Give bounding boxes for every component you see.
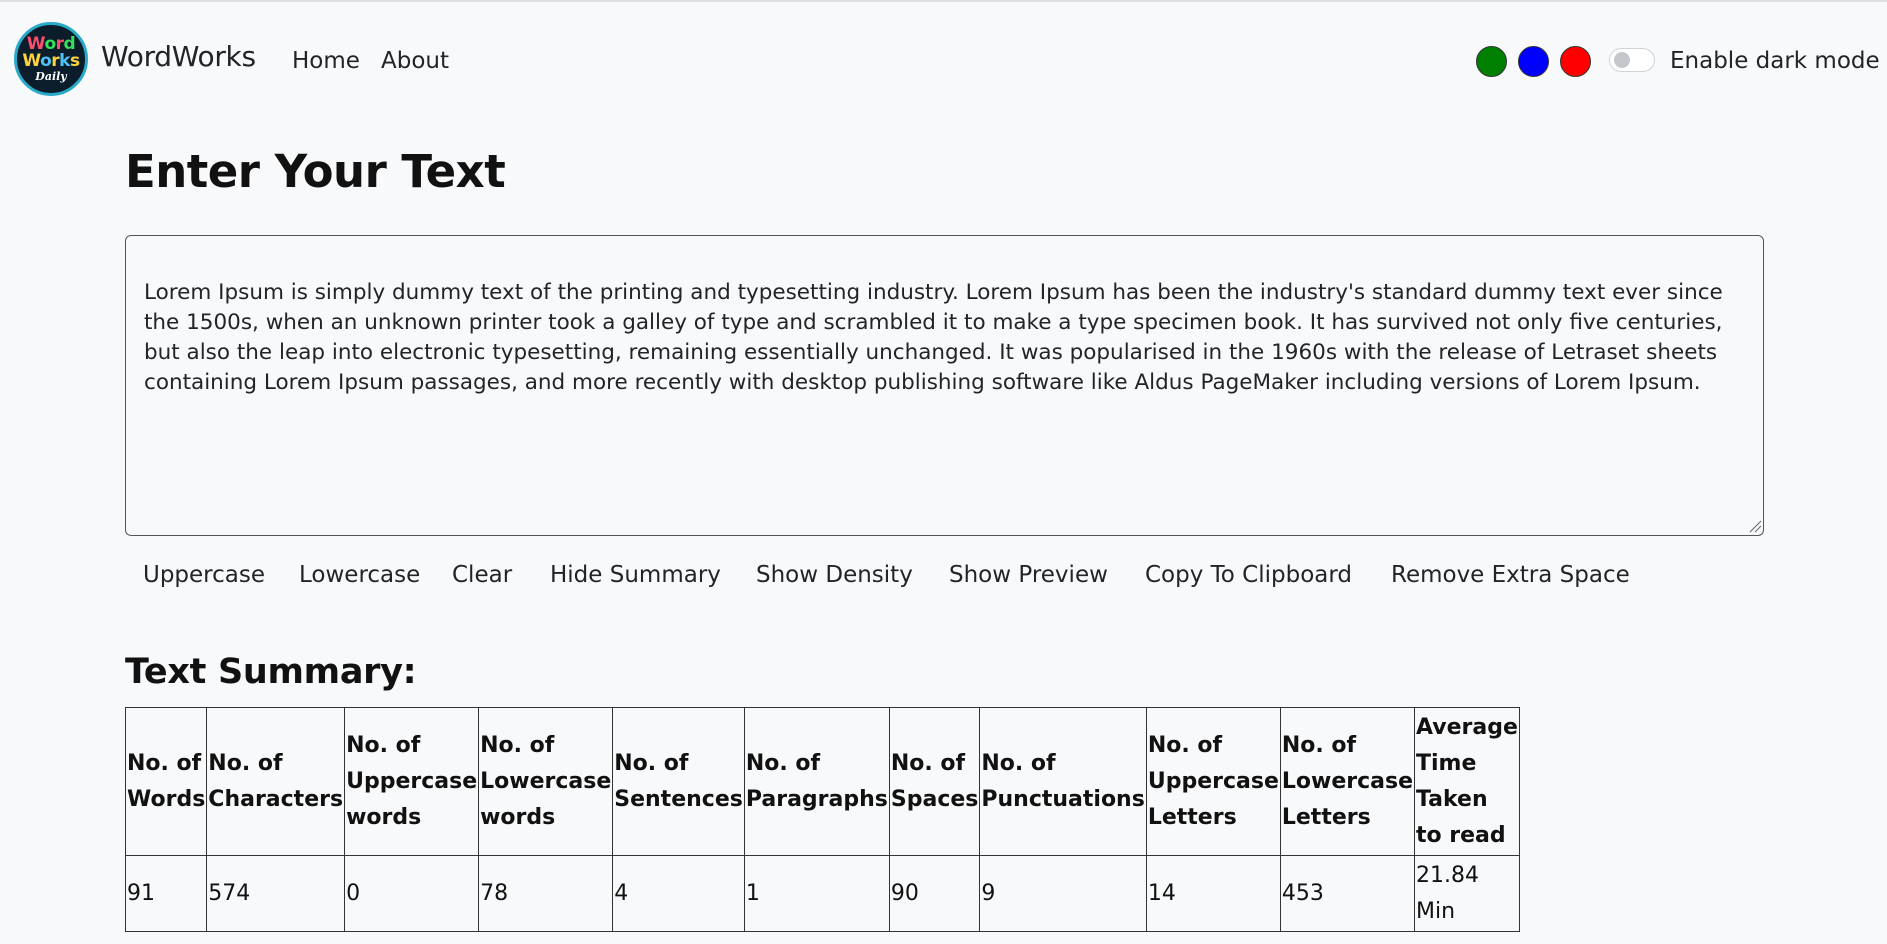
value-words: 91 <box>124 855 208 932</box>
remove-extra-space-button[interactable]: Remove Extra Space <box>1391 562 1630 588</box>
show-density-button[interactable]: Show Density <box>756 562 913 588</box>
header-uppercase-words: No. of Uppercase words <box>344 707 480 856</box>
logo[interactable]: Word Works Daily <box>14 22 88 96</box>
theme-blue-button[interactable] <box>1518 46 1549 77</box>
uppercase-button[interactable]: Uppercase <box>143 562 265 588</box>
dark-mode-label[interactable]: Enable dark mode <box>1670 48 1880 74</box>
value-lowercase-letters: 453 <box>1279 855 1416 932</box>
navbar: Word Works Daily WordWorks Home About En… <box>0 2 1887 120</box>
text-input[interactable]: Lorem Ipsum is simply dummy text of the … <box>125 235 1764 536</box>
show-preview-button[interactable]: Show Preview <box>949 562 1108 588</box>
header-lowercase-letters: No. of Lowercase Letters <box>1279 707 1416 856</box>
summary-values-row: 91 574 0 78 4 1 90 9 14 453 21.84 Min <box>124 855 1520 932</box>
header-read-time: Average Time Taken to read <box>1414 707 1520 856</box>
header-lowercase-words: No. of Lowercase words <box>478 707 614 856</box>
value-uppercase-letters: 14 <box>1145 855 1281 932</box>
logo-daily-text: Daily <box>35 70 67 83</box>
theme-green-button[interactable] <box>1476 46 1507 77</box>
clear-button[interactable]: Clear <box>452 562 512 588</box>
lowercase-button[interactable]: Lowercase <box>299 562 420 588</box>
brand-link[interactable]: WordWorks <box>101 40 256 73</box>
header-paragraphs: No. of Paragraphs <box>743 707 890 856</box>
value-punctuations: 9 <box>979 855 1147 932</box>
value-characters: 574 <box>206 855 346 932</box>
page-title: Enter Your Text <box>125 145 506 198</box>
copy-to-clipboard-button[interactable]: Copy To Clipboard <box>1145 562 1352 588</box>
value-paragraphs: 1 <box>743 855 890 932</box>
nav-about-link[interactable]: About <box>381 48 449 74</box>
dark-mode-toggle[interactable] <box>1609 48 1655 72</box>
theme-red-button[interactable] <box>1560 46 1591 77</box>
resize-grip-icon[interactable] <box>1748 519 1762 533</box>
header-uppercase-letters: No. of Uppercase Letters <box>1145 707 1281 856</box>
value-spaces: 90 <box>888 855 981 932</box>
header-characters: No. of Characters <box>206 707 346 856</box>
value-uppercase-words: 0 <box>344 855 480 932</box>
toggle-knob <box>1614 52 1630 68</box>
header-punctuations: No. of Punctuations <box>979 707 1147 856</box>
hide-summary-button[interactable]: Hide Summary <box>550 562 721 588</box>
nav-home-link[interactable]: Home <box>292 48 360 74</box>
header-words: No. of Words <box>124 707 208 856</box>
value-sentences: 4 <box>612 855 745 932</box>
header-sentences: No. of Sentences <box>612 707 745 856</box>
summary-table: No. of Words No. of Characters No. of Up… <box>124 707 1520 932</box>
summary-title: Text Summary: <box>125 652 417 692</box>
logo-works-text: Works <box>22 51 80 71</box>
value-read-time: 21.84 Min <box>1414 855 1520 932</box>
header-spaces: No. of Spaces <box>888 707 981 856</box>
summary-header-row: No. of Words No. of Characters No. of Up… <box>124 707 1520 856</box>
value-lowercase-words: 78 <box>478 855 614 932</box>
